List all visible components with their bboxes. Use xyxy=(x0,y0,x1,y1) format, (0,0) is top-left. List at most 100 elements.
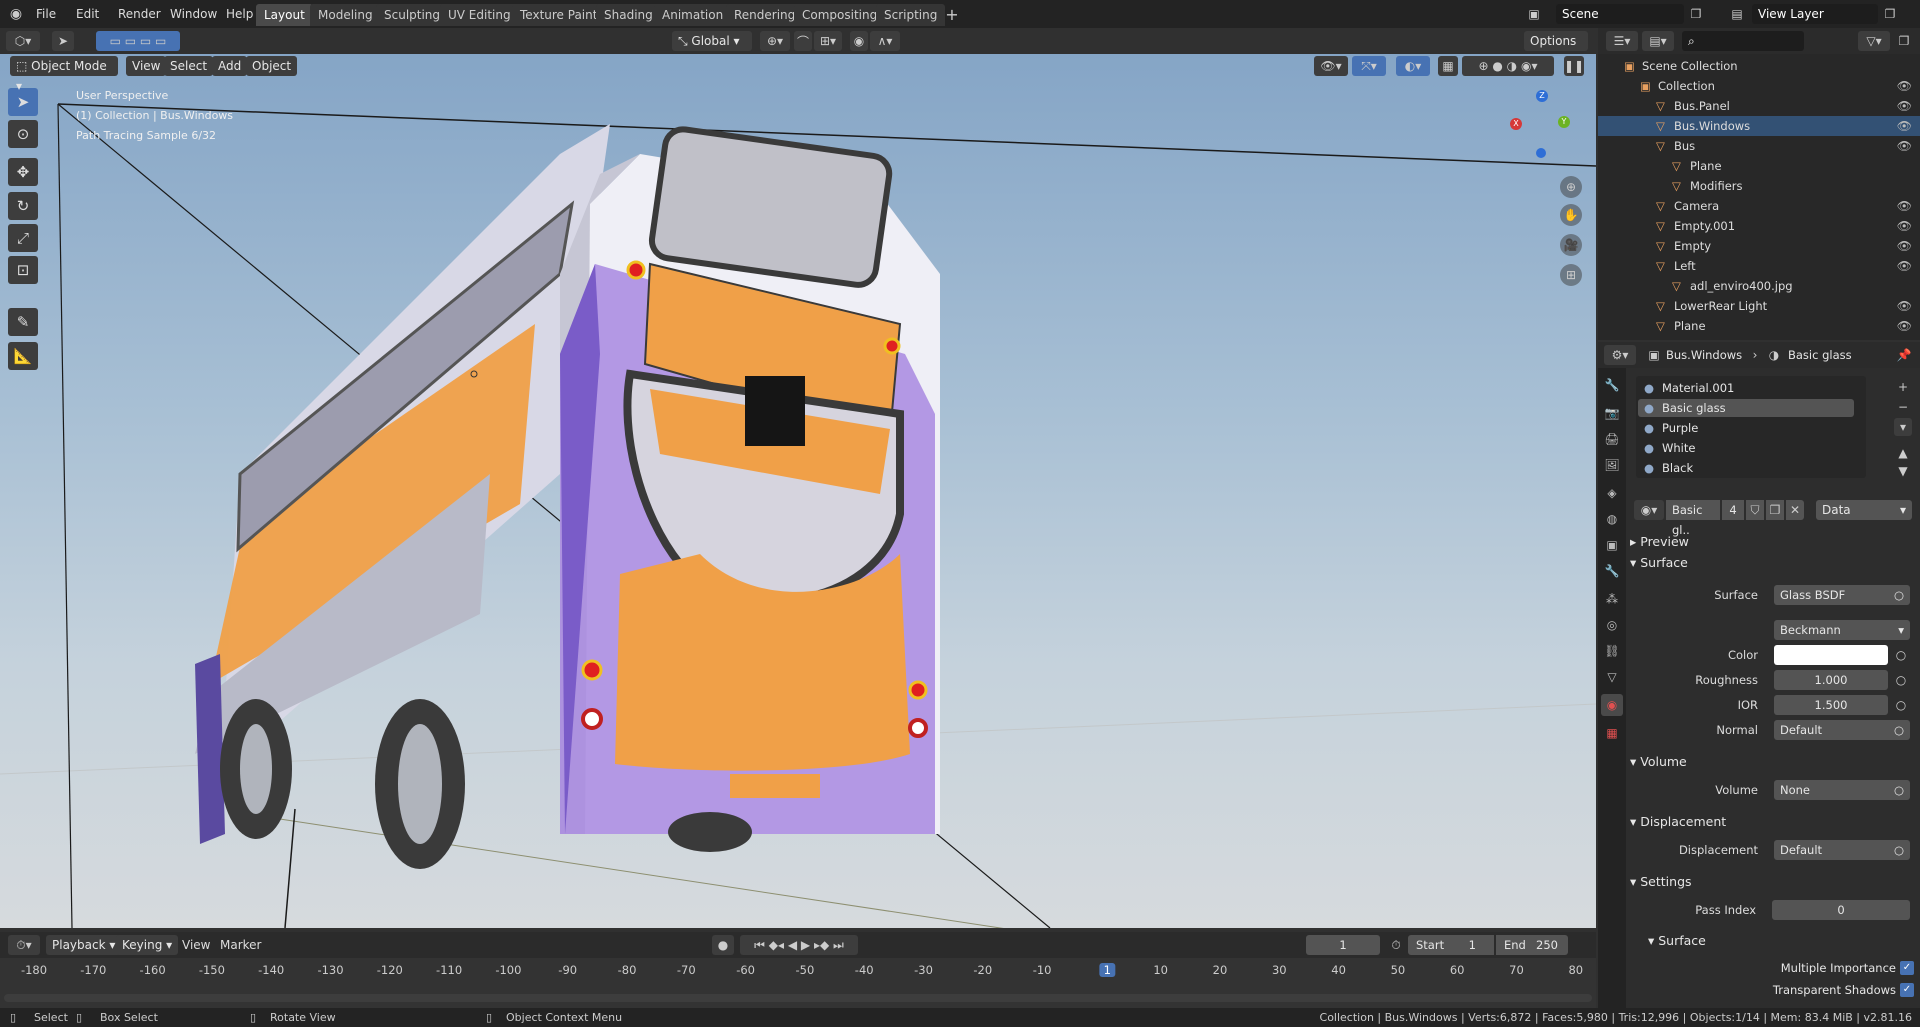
current-frame-marker[interactable]: 1 xyxy=(1099,963,1115,977)
surface-shader-field[interactable]: Glass BSDF ○ xyxy=(1774,585,1910,605)
tool-tab-icon[interactable]: 🔧 xyxy=(1601,374,1623,396)
move-tool-icon[interactable]: ✥ xyxy=(8,158,38,186)
blender-logo-icon[interactable]: ◉ xyxy=(6,4,26,24)
volume-panel-header[interactable]: ▾ Volume xyxy=(1630,751,1916,773)
ortho-toggle-icon[interactable]: ⊞ xyxy=(1560,264,1582,286)
move-down-icon[interactable]: ▼ xyxy=(1894,462,1912,480)
preview-range-icon[interactable]: ⏱ xyxy=(1386,935,1406,955)
color-swatch[interactable] xyxy=(1774,645,1888,665)
transform-tool-icon[interactable]: ⊡ xyxy=(8,256,38,284)
tab-shading[interactable]: Shading xyxy=(596,4,661,26)
constraints-tab-icon[interactable]: ⛓ xyxy=(1601,640,1623,662)
link-dropdown[interactable]: Data ▾ xyxy=(1816,500,1912,520)
tab-animation[interactable]: Animation xyxy=(654,4,732,26)
gizmo-icon[interactable]: ⤧▾ xyxy=(1352,56,1386,76)
display-mode-icon[interactable]: ▤▾ xyxy=(1642,31,1674,51)
ior-link-icon[interactable]: ○ xyxy=(1892,695,1910,715)
select-box-tool-icon[interactable]: ➤ xyxy=(8,88,38,116)
visibility-eye-icon[interactable]: 👁 xyxy=(1897,96,1912,116)
options-dropdown[interactable]: Options ▾ xyxy=(1524,31,1588,68)
displacement-field[interactable]: Default ○ xyxy=(1774,840,1910,860)
scale-tool-icon[interactable]: ⤢ xyxy=(8,224,38,252)
tab-sculpting[interactable]: Sculpting xyxy=(376,4,449,26)
material-slot[interactable]: ● Black xyxy=(1638,459,1854,477)
gizmo-y-icon[interactable]: Y xyxy=(1558,116,1570,128)
visibility-eye-icon[interactable]: 👁 xyxy=(1897,76,1912,96)
material-slot[interactable]: ● Purple xyxy=(1638,419,1854,437)
render-tab-icon[interactable]: 📷 xyxy=(1601,402,1623,424)
outliner-row[interactable]: ▽ Modifiers xyxy=(1598,176,1920,196)
visibility-eye-icon[interactable]: 👁 xyxy=(1897,256,1912,276)
visibility-eye-icon[interactable]: 👁 xyxy=(1897,196,1912,216)
displacement-panel-header[interactable]: ▾ Displacement xyxy=(1630,811,1916,833)
settings-panel-header[interactable]: ▾ Settings xyxy=(1630,871,1916,893)
annotate-tool-icon[interactable]: ✎ xyxy=(8,308,38,336)
menu-help[interactable]: Help xyxy=(220,4,259,24)
world-tab-icon[interactable]: ◍ xyxy=(1601,508,1623,530)
slot-specials-icon[interactable]: ▾ xyxy=(1894,418,1912,436)
navigation-gizmo[interactable]: Z X Y xyxy=(1508,90,1572,158)
add-slot-icon[interactable]: + xyxy=(1894,378,1912,396)
transparent-shadows-checkbox[interactable]: ✓ xyxy=(1900,983,1914,997)
mode-dropdown[interactable]: ⬚ Object Mode ▾ xyxy=(10,56,118,93)
scene-tab-icon[interactable]: ◈ xyxy=(1601,482,1623,504)
menu-file[interactable]: File xyxy=(30,4,62,24)
rotate-tool-icon[interactable]: ↻ xyxy=(8,192,38,220)
modifier-tab-icon[interactable]: 🔧 xyxy=(1601,560,1623,582)
gizmo-z-icon[interactable]: Z xyxy=(1536,90,1548,102)
gizmo-neg-z-icon[interactable] xyxy=(1536,148,1546,158)
keying-menu[interactable]: Keying ▾ xyxy=(116,935,179,955)
playback-menu[interactable]: Playback ▾ xyxy=(46,935,122,955)
snap-icon[interactable]: ⌒ xyxy=(794,31,812,51)
snap-target-icon[interactable]: ⊞▾ xyxy=(814,31,842,51)
roughness-link-icon[interactable]: ○ xyxy=(1892,670,1910,690)
fake-user-icon[interactable]: ⛉ xyxy=(1746,500,1764,520)
texture-tab-icon[interactable]: ▦ xyxy=(1601,722,1623,744)
tab-texture-paint[interactable]: Texture Paint xyxy=(512,4,606,26)
outliner-row[interactable]: ▽ Plane xyxy=(1598,156,1920,176)
tab-modeling[interactable]: Modeling xyxy=(310,4,381,26)
multiple-importance-checkbox[interactable]: ✓ xyxy=(1900,961,1914,975)
tab-layout[interactable]: Layout xyxy=(256,4,313,26)
duplicate-material-icon[interactable]: ❐ xyxy=(1766,500,1784,520)
menu-window[interactable]: Window xyxy=(164,4,223,24)
timeline-view-menu[interactable]: View xyxy=(176,935,216,955)
material-name-field[interactable]: Basic gl.. xyxy=(1666,500,1720,537)
pass-index-field[interactable]: 0 xyxy=(1772,900,1910,920)
unlink-material-icon[interactable]: ✕ xyxy=(1786,500,1804,520)
outliner-row[interactable]: ▽ Empty.001 👁 xyxy=(1598,216,1920,236)
properties-editor-icon[interactable]: ⚙▾ xyxy=(1604,345,1636,365)
view-layer-field[interactable]: View Layer xyxy=(1752,4,1878,24)
outliner-row[interactable]: ▣ Collection 👁 xyxy=(1598,76,1920,96)
outliner-row[interactable]: ▽ Bus.Windows 👁 xyxy=(1598,116,1920,136)
pin-icon[interactable]: 📌 xyxy=(1894,345,1914,365)
pan-hand-icon[interactable]: ✋ xyxy=(1560,204,1582,226)
timeline-scrollbar[interactable] xyxy=(4,994,1592,1002)
visibility-eye-icon[interactable]: 👁 xyxy=(1897,216,1912,236)
timeline-ruler[interactable]: -180 -170 -160 -150 -140 -130 -120 -110 -100 -90 -… xyxy=(0,958,1596,982)
viewport-menu-select[interactable]: Select xyxy=(164,56,214,76)
physics-tab-icon[interactable]: ◎ xyxy=(1601,614,1623,636)
menu-render[interactable]: Render xyxy=(112,4,167,24)
object-tab-icon[interactable]: ▣ xyxy=(1601,534,1623,556)
scene-field[interactable]: Scene xyxy=(1556,4,1684,24)
outliner-row[interactable]: ▽ adl_enviro400.jpg xyxy=(1598,276,1920,296)
pivot-point-icon[interactable]: ⊕▾ xyxy=(760,31,790,51)
volume-field[interactable]: None ○ xyxy=(1774,780,1910,800)
menu-edit[interactable]: Edit xyxy=(70,4,105,24)
material-tab-icon[interactable]: ◉ xyxy=(1601,694,1623,716)
playback-controls-icon[interactable]: ⏮ ◆◂ ◀ ▶ ▸◆ ⏭ xyxy=(740,935,858,955)
move-up-icon[interactable]: ▲ xyxy=(1894,444,1912,462)
3d-viewport[interactable]: Z X Y ⊕ ✋ 🎥 ⊞ xyxy=(0,54,1596,928)
material-browse-icon[interactable]: ◉▾ xyxy=(1634,500,1664,520)
camera-view-icon[interactable]: 🎥 xyxy=(1560,234,1582,256)
tab-compositing[interactable]: Compositing xyxy=(794,4,886,26)
normal-field[interactable]: Default ○ xyxy=(1774,720,1910,740)
color-link-icon[interactable]: ○ xyxy=(1892,645,1910,665)
viewport-menu-object[interactable]: Object xyxy=(246,56,298,76)
gizmo-x-icon[interactable]: X xyxy=(1510,118,1522,130)
visibility-eye-icon[interactable]: 👁 xyxy=(1897,136,1912,156)
distribution-dropdown[interactable]: Beckmann ▾ xyxy=(1774,620,1910,640)
add-workspace-icon[interactable]: + xyxy=(942,4,962,24)
timeline[interactable]: -180 -170 -160 -150 -140 -130 -120 -110 -100 -90 -… xyxy=(0,958,1596,1008)
